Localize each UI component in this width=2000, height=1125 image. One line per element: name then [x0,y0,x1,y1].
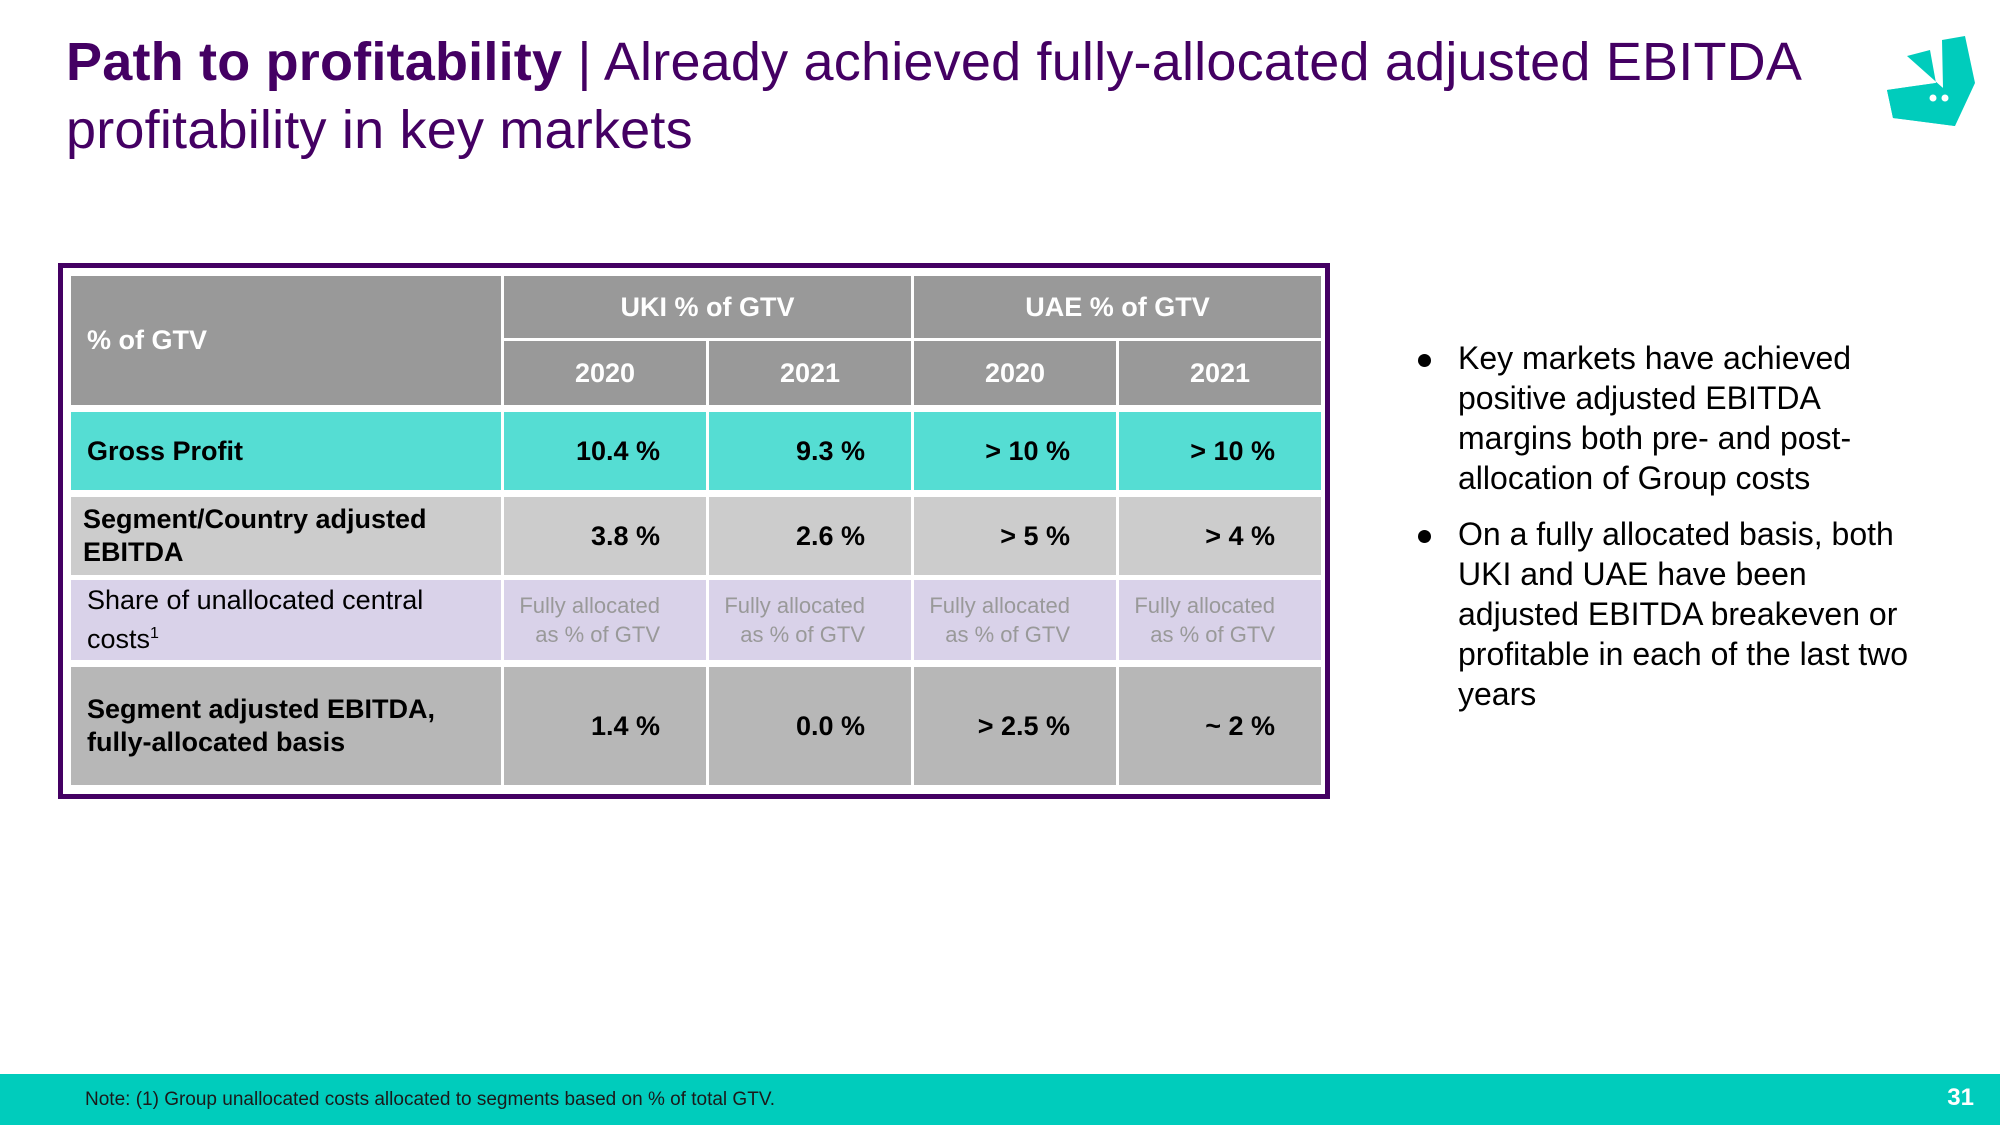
row-label-fully-allocated-ebitda: Segment adjusted EBITDA, fully-allocated… [71,667,501,785]
year-header: 2021 [709,341,911,405]
row-label-unallocated-costs: Share of unallocated central costs1 [71,580,501,660]
year-header: 2021 [1119,341,1321,405]
table-cell: 2.6 % [709,497,911,575]
table-grid: % of GTV UKI % of GTV UAE % of GTV 2020 … [71,276,1321,785]
table-cell: 1.4 % [504,667,706,785]
table-cell: Fully allocated as % of GTV [504,580,706,660]
bullet-icon [1418,530,1431,543]
table-cell: 10.4 % [504,412,706,490]
table-cell: 3.8 % [504,497,706,575]
group-header-uki: UKI % of GTV [504,276,911,338]
table-cell: > 4 % [1119,497,1321,575]
title-separator: | [562,32,604,92]
footnote: Note: (1) Group unallocated costs alloca… [85,1089,776,1110]
deliveroo-logo-icon [1887,36,1975,126]
bullet-icon [1418,354,1431,367]
bullet-text: Key markets have achieved positive adjus… [1458,340,1852,496]
table-cell: > 10 % [1119,412,1321,490]
table-cell: Fully allocated as % of GTV [914,580,1116,660]
key-points-list: Key markets have achieved positive adjus… [1410,338,1930,730]
corner-header: % of GTV [71,276,501,405]
year-header: 2020 [504,341,706,405]
table-cell: > 5 % [914,497,1116,575]
title-bold: Path to profitability [66,32,563,92]
row-label-segment-ebitda: Segment/Country adjusted EBITDA [71,497,501,575]
bullet-item: On a fully allocated basis, both UKI and… [1410,514,1930,714]
table-cell: 9.3 % [709,412,911,490]
profitability-table: % of GTV UKI % of GTV UAE % of GTV 2020 … [58,263,1330,799]
bullet-text: On a fully allocated basis, both UKI and… [1458,516,1909,712]
row-label-text: Share of unallocated central costs [87,585,424,654]
table-cell: > 10 % [914,412,1116,490]
table-cell: > 2.5 % [914,667,1116,785]
footer-bar: Note: (1) Group unallocated costs alloca… [0,1074,2000,1125]
table-cell: Fully allocated as % of GTV [1119,580,1321,660]
table-cell: 0.0 % [709,667,911,785]
slide-title: Path to profitability | Already achieved… [66,28,1826,164]
row-label-gross-profit: Gross Profit [71,412,501,490]
table-cell: ~ 2 % [1119,667,1321,785]
bullet-item: Key markets have achieved positive adjus… [1410,338,1930,498]
page-number: 31 [1947,1084,1974,1111]
footnote-marker: 1 [150,625,159,642]
year-header: 2020 [914,341,1116,405]
table-cell: Fully allocated as % of GTV [709,580,911,660]
group-header-uae: UAE % of GTV [914,276,1321,338]
